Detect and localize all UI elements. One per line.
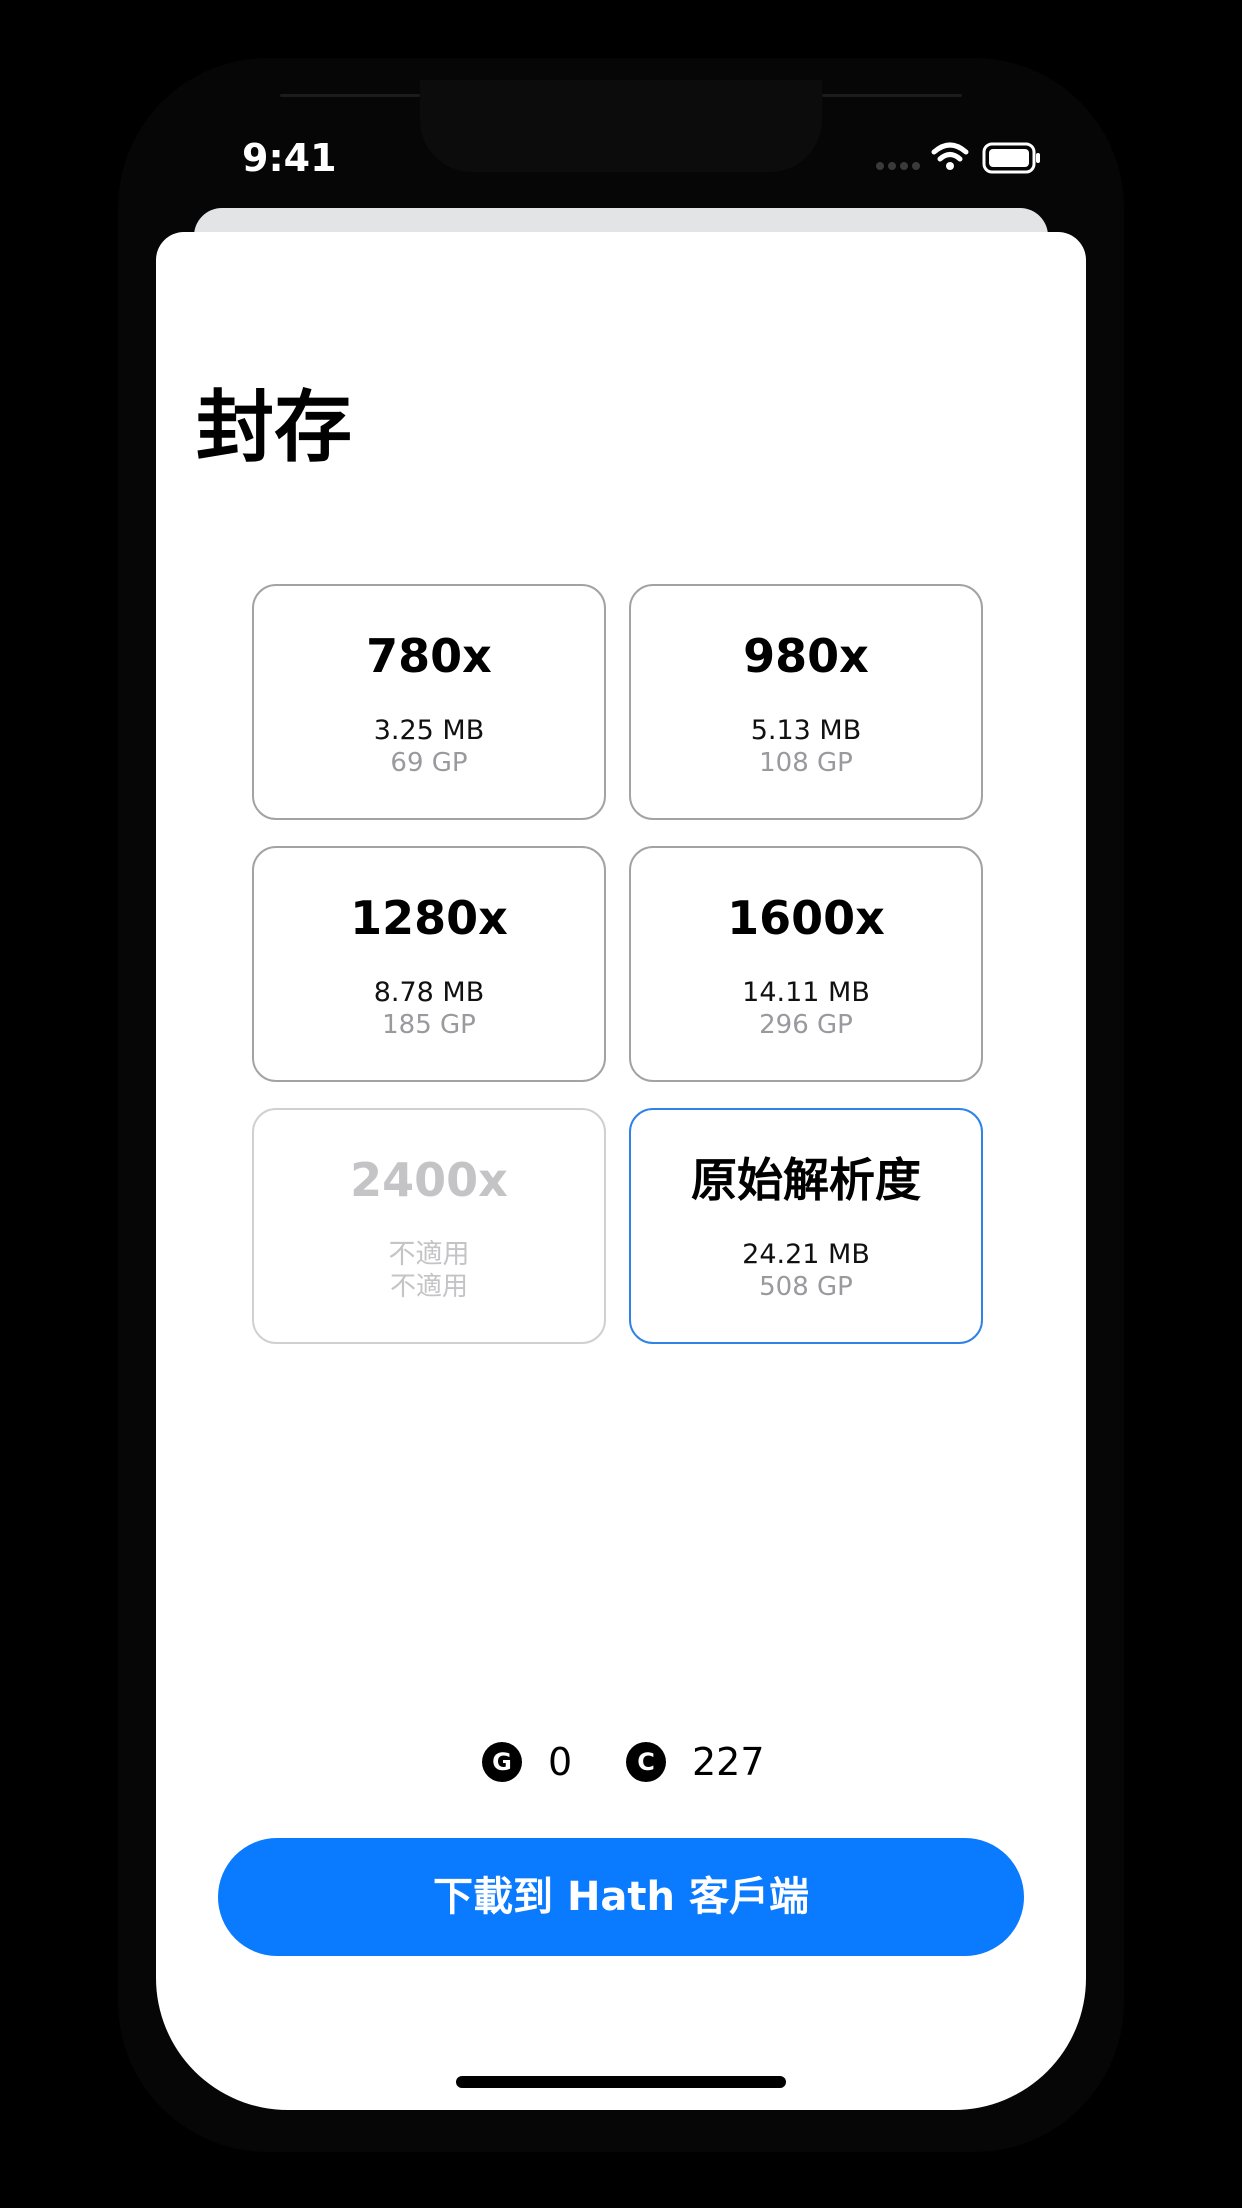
gp-balance: 0 xyxy=(548,1740,573,1784)
status-icons-svg xyxy=(876,142,1040,174)
page-title: 封存 xyxy=(196,383,353,473)
battery-icon xyxy=(982,142,1040,174)
gp-coin-icon: G xyxy=(482,1742,522,1782)
credits-coin-icon: C xyxy=(626,1742,666,1782)
home-indicator[interactable] xyxy=(456,2076,786,2088)
download-to-hath-button[interactable]: 下載到 Hath 客戶端 xyxy=(218,1838,1024,1956)
balance-row: G 0 C 227 xyxy=(156,1730,1086,1790)
option-2400x: 2400x 不適用 不適用 xyxy=(252,1108,606,1344)
cellular-signal-icon xyxy=(876,162,920,170)
option-cost: 69 GP xyxy=(390,748,468,778)
speaker-edge-right xyxy=(822,94,962,97)
option-cost: 108 GP xyxy=(759,748,853,778)
option-resolution: 原始解析度 xyxy=(691,1153,921,1207)
option-cost: 不適用 xyxy=(389,1272,468,1302)
wifi-icon xyxy=(931,142,969,162)
option-780x[interactable]: 780x 3.25 MB 69 GP xyxy=(252,584,606,820)
option-size: 14.11 MB xyxy=(742,977,870,1008)
option-resolution: 2400x xyxy=(350,1153,508,1207)
option-size: 8.78 MB xyxy=(373,977,485,1008)
phone-screen: 9:41 封存 780x 3.25 MB 69 GP 980x 5.13 MB … xyxy=(0,0,1242,2208)
status-time: 9:41 xyxy=(242,136,337,180)
archive-sheet: 封存 780x 3.25 MB 69 GP 980x 5.13 MB 108 G… xyxy=(156,232,1086,2110)
option-resolution: 980x xyxy=(743,629,869,683)
status-icons xyxy=(872,136,1042,180)
speaker-edge-left xyxy=(280,94,420,97)
option-resolution: 1280x xyxy=(350,891,508,945)
option-resolution: 780x xyxy=(366,629,492,683)
option-resolution: 1600x xyxy=(727,891,885,945)
option-size: 3.25 MB xyxy=(373,715,485,746)
option-1600x[interactable]: 1600x 14.11 MB 296 GP xyxy=(629,846,983,1082)
option-cost: 508 GP xyxy=(759,1272,853,1302)
option-size: 不適用 xyxy=(388,1239,470,1270)
option-cost: 296 GP xyxy=(759,1010,853,1040)
option-size: 24.21 MB xyxy=(742,1239,870,1270)
option-cost: 185 GP xyxy=(382,1010,476,1040)
credits-balance: 227 xyxy=(692,1740,765,1784)
option-original-resolution[interactable]: 原始解析度 24.21 MB 508 GP xyxy=(629,1108,983,1344)
option-980x[interactable]: 980x 5.13 MB 108 GP xyxy=(629,584,983,820)
device-notch xyxy=(420,80,822,172)
option-1280x[interactable]: 1280x 8.78 MB 185 GP xyxy=(252,846,606,1082)
option-size: 5.13 MB xyxy=(750,715,862,746)
